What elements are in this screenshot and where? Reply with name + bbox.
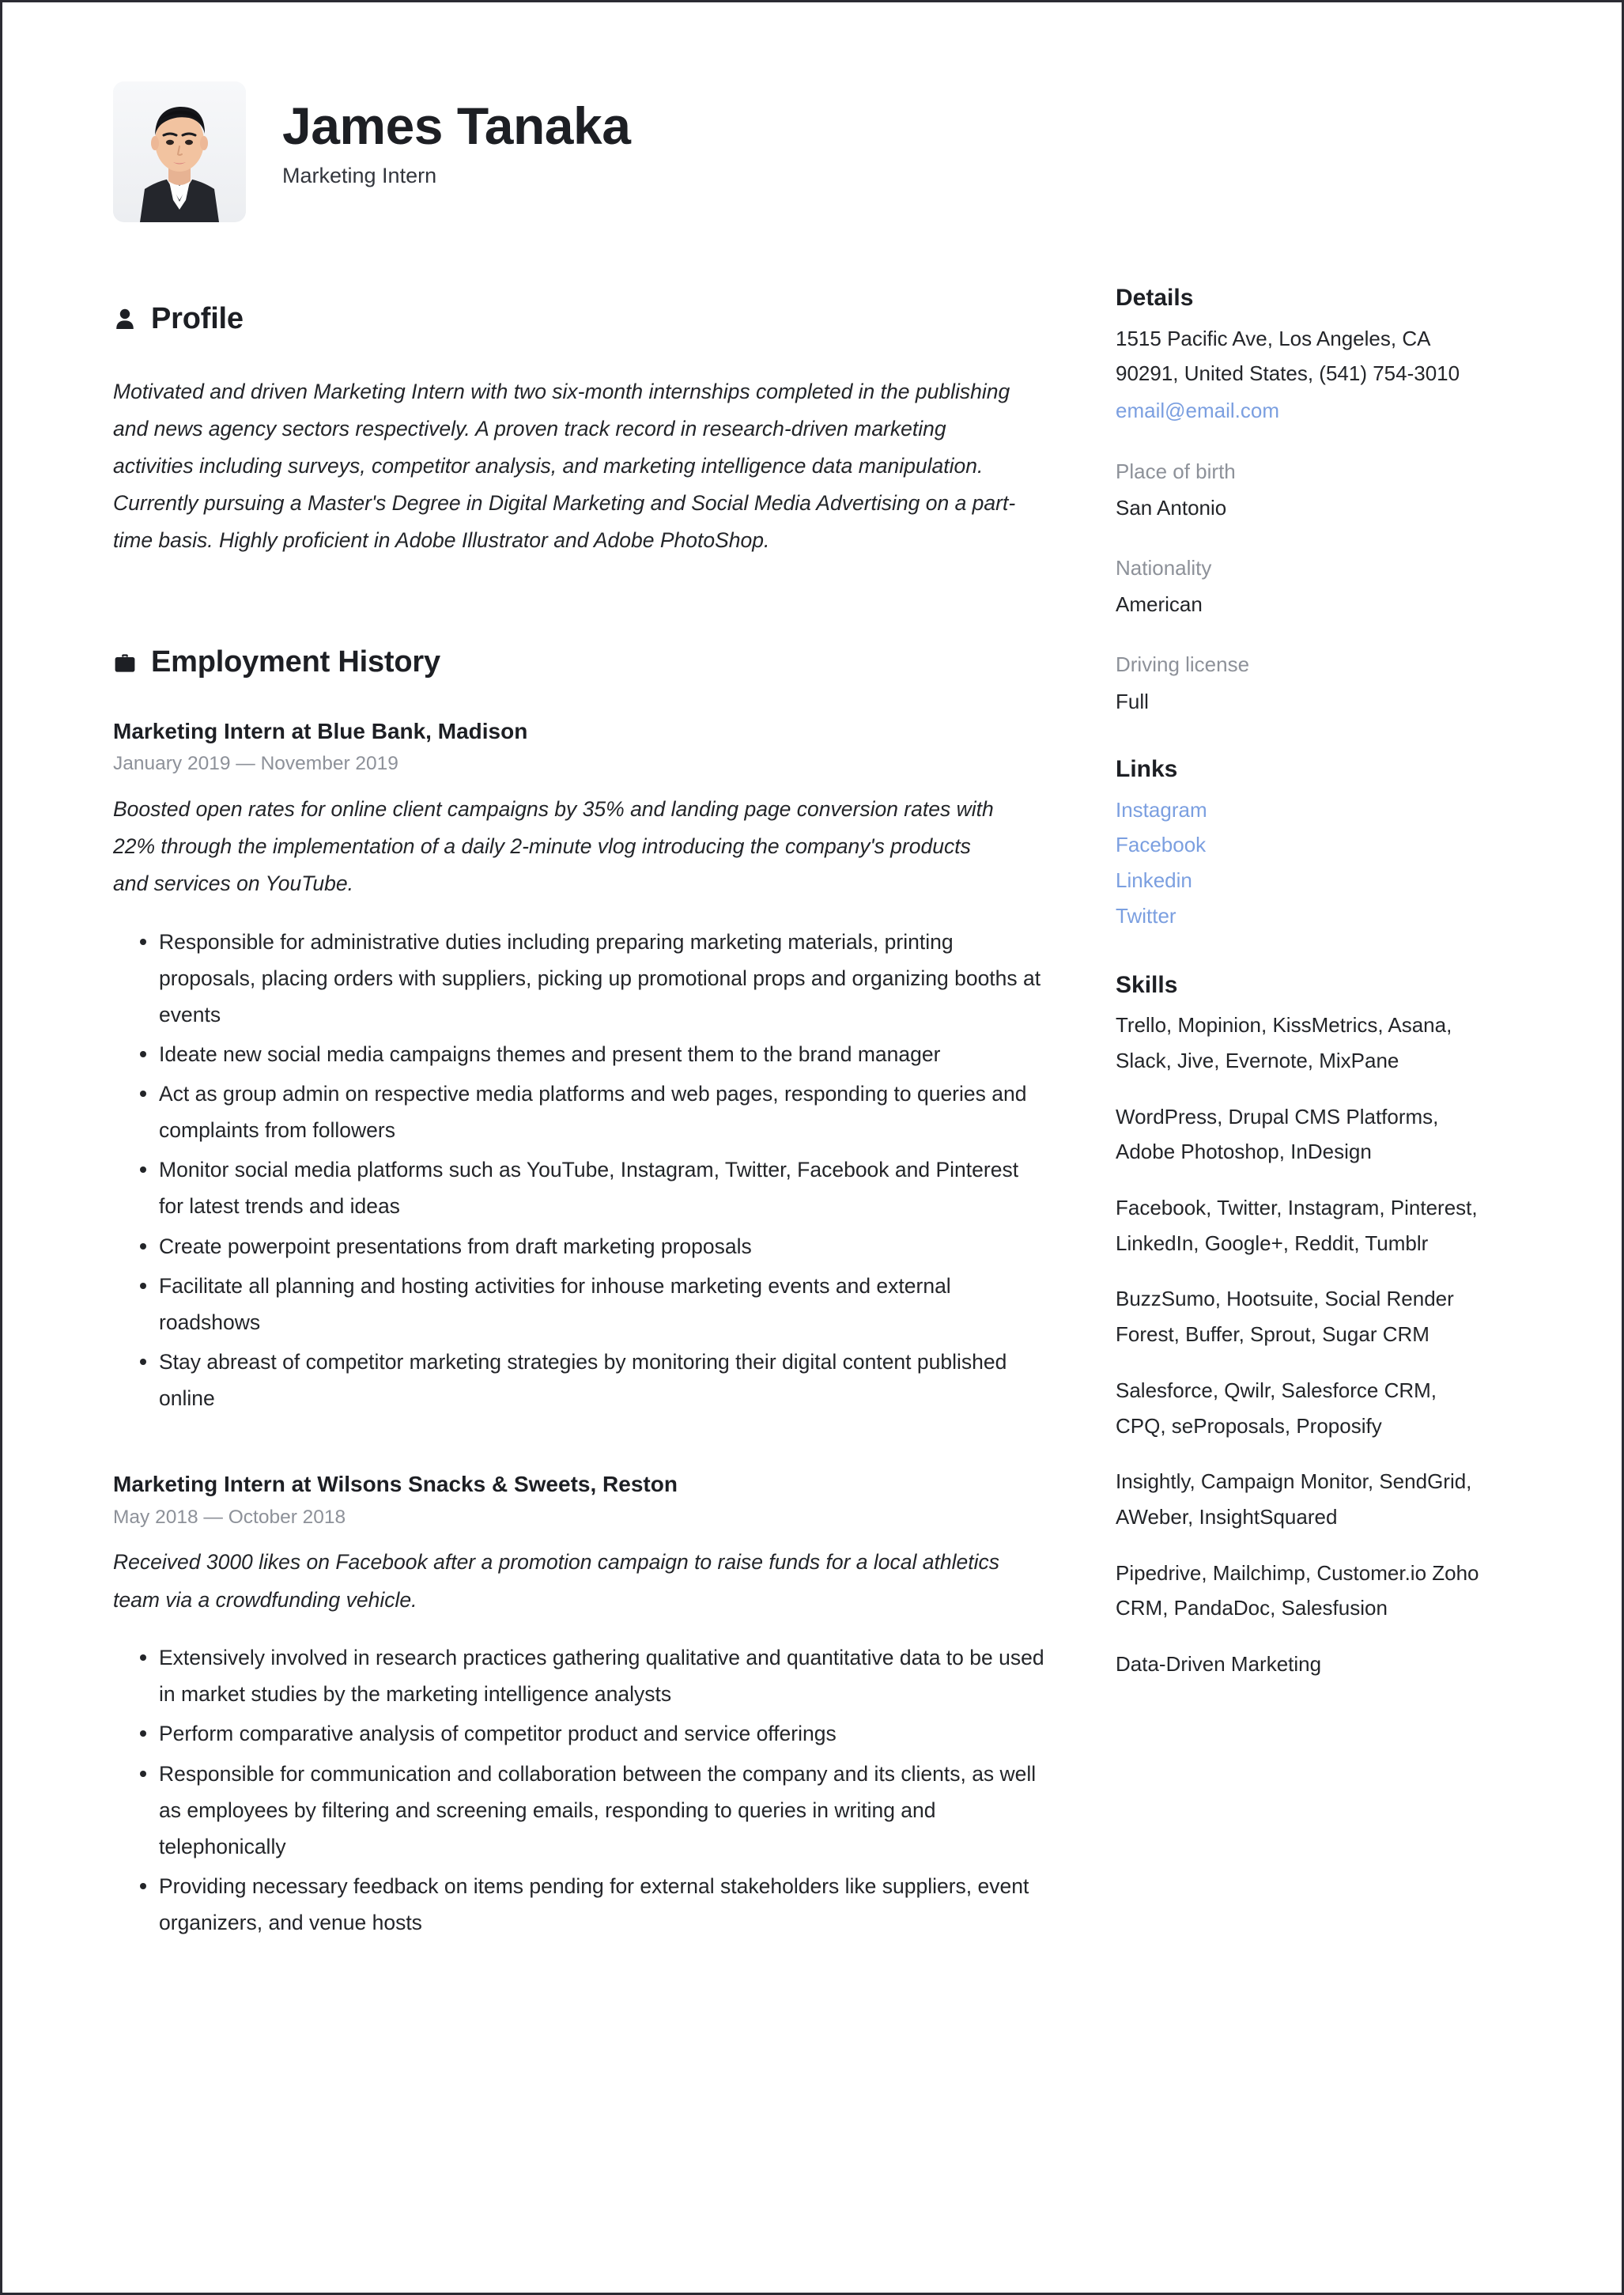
details-address: 1515 Pacific Ave, Los Angeles, CA 90291,… <box>1116 326 1460 386</box>
employment-dates: January 2019 — November 2019 <box>113 752 398 774</box>
employment-summary: Received 3000 likes on Facebook after a … <box>113 1550 999 1612</box>
email-link[interactable]: email@email.com <box>1116 393 1491 429</box>
resume-page: James Tanaka Marketing Intern Profile Mo… <box>0 0 1624 2295</box>
list-item: Extensively involved in research practic… <box>140 1639 1048 1712</box>
employment-entry: Marketing Intern at Wilsons Snacks & Swe… <box>113 1470 1062 1941</box>
detail-field-driving-license: Driving license Full <box>1116 648 1491 718</box>
profile-heading: Profile <box>151 301 244 335</box>
resume-header: James Tanaka Marketing Intern <box>113 81 631 222</box>
list-item: Providing necessary feedback on items pe… <box>140 1868 1048 1941</box>
list-item: Ideate new social media campaigns themes… <box>140 1036 1048 1072</box>
details-heading: Details <box>1116 285 1194 311</box>
skill-group: Insightly, Campaign Monitor, SendGrid, A… <box>1116 1469 1472 1529</box>
list-item: Responsible for communication and collab… <box>140 1756 1048 1865</box>
skills-section: Skills Trello, Mopinion, KissMetrics, As… <box>1116 970 1491 1682</box>
sidebar: Details 1515 Pacific Ave, Los Angeles, C… <box>1116 283 1491 1703</box>
link-twitter[interactable]: Twitter <box>1116 898 1491 934</box>
detail-field-place-of-birth: Place of birth San Antonio <box>1116 456 1491 525</box>
detail-value: Full <box>1116 689 1149 713</box>
employment-section-header: Employment History <box>113 622 1062 705</box>
detail-field-nationality: Nationality American <box>1116 552 1491 622</box>
list-item: Perform comparative analysis of competit… <box>140 1715 1048 1752</box>
list-item: Facilitate all planning and hosting acti… <box>140 1268 1048 1340</box>
list-item: Responsible for administrative duties in… <box>140 924 1048 1033</box>
link-linkedin[interactable]: Linkedin <box>1116 863 1491 898</box>
profile-section-header: Profile <box>113 278 1062 361</box>
employment-section: Employment History Marketing Intern at B… <box>113 622 1062 1941</box>
employment-title: Marketing Intern at Wilsons Snacks & Swe… <box>113 1472 678 1497</box>
portrait-photo-graphic <box>113 81 246 222</box>
employment-title: Marketing Intern at Blue Bank, Madison <box>113 718 528 743</box>
header-text-block: James Tanaka Marketing Intern <box>282 81 631 189</box>
detail-label: Nationality <box>1116 555 1212 580</box>
profile-section: Profile Motivated and driven Marketing I… <box>113 278 1062 560</box>
detail-value: San Antonio <box>1116 496 1227 520</box>
employment-bullets: Responsible for administrative duties in… <box>113 924 1048 1416</box>
skill-group: Facebook, Twitter, Instagram, Pinterest,… <box>1116 1195 1478 1255</box>
header-job-title: Marketing Intern <box>282 164 437 188</box>
skill-group: Trello, Mopinion, KissMetrics, Asana, Sl… <box>1116 1013 1452 1072</box>
detail-label: Driving license <box>1116 652 1250 677</box>
skill-group: Data-Driven Marketing <box>1116 1652 1322 1677</box>
list-item: Stay abreast of competitor marketing str… <box>140 1344 1048 1416</box>
employment-heading: Employment History <box>151 645 440 679</box>
page-title: James Tanaka <box>282 96 631 155</box>
list-item: Create powerpoint presentations from dra… <box>140 1228 1048 1265</box>
employment-summary: Boosted open rates for online client cam… <box>113 796 994 896</box>
link-facebook[interactable]: Facebook <box>1116 827 1491 863</box>
avatar <box>113 81 246 222</box>
detail-value: American <box>1116 592 1203 617</box>
briefcase-icon <box>113 649 137 676</box>
main-column: Profile Motivated and driven Marketing I… <box>113 278 1062 1944</box>
links-heading: Links <box>1116 756 1178 783</box>
links-section: Links Instagram Facebook Linkedin Twitte… <box>1116 754 1491 933</box>
link-instagram[interactable]: Instagram <box>1116 792 1491 828</box>
skill-group: Pipedrive, Mailchimp, Customer.io Zoho C… <box>1116 1560 1479 1620</box>
list-item: Act as group admin on respective media p… <box>140 1076 1048 1148</box>
person-icon <box>113 305 137 332</box>
list-item: Monitor social media platforms such as Y… <box>140 1151 1048 1224</box>
skill-group: BuzzSumo, Hootsuite, Social Render Fores… <box>1116 1287 1454 1347</box>
resume-canvas: James Tanaka Marketing Intern Profile Mo… <box>2 2 1622 2293</box>
detail-label: Place of birth <box>1116 459 1236 483</box>
profile-text: Motivated and driven Marketing Intern wi… <box>113 379 1016 553</box>
skill-group: Salesforce, Qwilr, Salesforce CRM, CPQ, … <box>1116 1378 1437 1438</box>
skills-heading: Skills <box>1116 971 1178 998</box>
employment-entry: Marketing Intern at Blue Bank, Madison J… <box>113 717 1062 1417</box>
skill-group: WordPress, Drupal CMS Platforms, Adobe P… <box>1116 1104 1439 1164</box>
details-section: Details 1515 Pacific Ave, Los Angeles, C… <box>1116 283 1491 718</box>
employment-dates: May 2018 — October 2018 <box>113 1506 346 1528</box>
employment-bullets: Extensively involved in research practic… <box>113 1639 1048 1941</box>
